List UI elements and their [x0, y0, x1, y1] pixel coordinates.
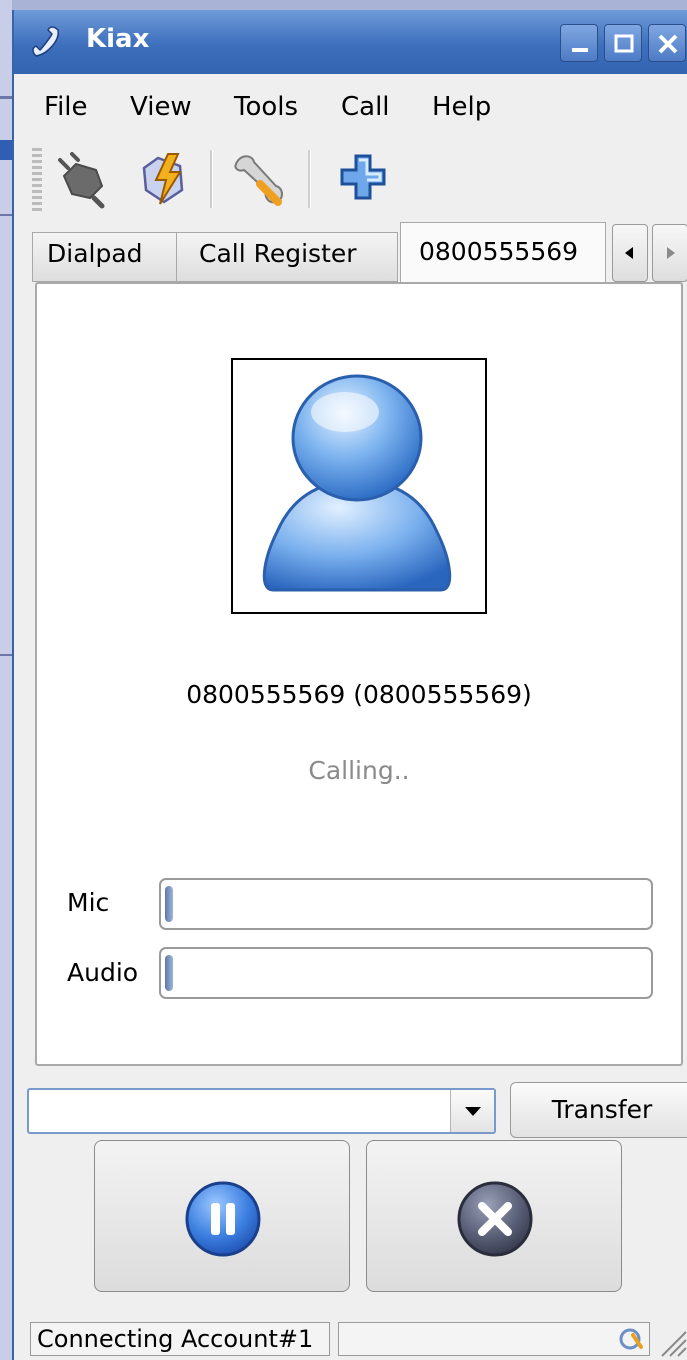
- transfer-row: Transfer: [14, 1072, 687, 1144]
- close-icon: [658, 34, 678, 54]
- tab-call-register[interactable]: Call Register: [176, 232, 398, 282]
- menu-help[interactable]: Help: [432, 92, 491, 122]
- settings-wrench-icon: [234, 155, 283, 206]
- transfer-button[interactable]: Transfer: [510, 1082, 687, 1138]
- menu-file[interactable]: File: [44, 92, 88, 122]
- caller-name: 0800555569 (0800555569): [186, 680, 532, 709]
- title-bar[interactable]: Kiax: [14, 10, 687, 74]
- call-panel: 0800555569 (0800555569) Calling.. Mic Au…: [35, 282, 683, 1066]
- transfer-dropdown-button[interactable]: [450, 1090, 494, 1132]
- tab-scroll-right-button[interactable]: [652, 224, 687, 282]
- hangup-button[interactable]: [366, 1140, 622, 1292]
- audio-label: Audio: [67, 958, 139, 987]
- status-secondary: [338, 1322, 650, 1356]
- tab-call-register-label: Call Register: [199, 239, 357, 268]
- tab-dialpad-label: Dialpad: [47, 239, 143, 268]
- call-status: Calling..: [308, 756, 410, 785]
- desktop-window-edge: [0, 654, 12, 656]
- caller-avatar-frame: [231, 358, 487, 614]
- add-contact-button[interactable]: [330, 146, 396, 212]
- tab-scroll-left-button[interactable]: [612, 224, 648, 282]
- desktop-window-edge: [0, 140, 12, 160]
- maximize-button[interactable]: [604, 24, 642, 62]
- disconnect-button[interactable]: [50, 146, 116, 212]
- chevron-down-icon: [465, 1107, 481, 1116]
- hold-button[interactable]: [94, 1140, 350, 1292]
- mic-level-fill: [165, 886, 173, 922]
- tab-active-call[interactable]: 0800555569: [400, 222, 606, 284]
- mic-level-meter: [159, 878, 653, 930]
- user-avatar-icon: [262, 374, 452, 592]
- toolbar: [14, 140, 687, 220]
- mic-label: Mic: [67, 888, 110, 917]
- scroll-right-icon: [667, 247, 675, 259]
- transfer-target-combo[interactable]: [27, 1088, 496, 1134]
- tab-dialpad[interactable]: Dialpad: [32, 232, 178, 282]
- add-contact-plus-icon: [340, 154, 386, 200]
- tab-bar: Dialpad Call Register 0800555569: [14, 220, 687, 284]
- minimize-button[interactable]: [560, 24, 598, 62]
- minimize-icon: [572, 48, 588, 52]
- toolbar-grip[interactable]: [32, 148, 42, 212]
- scroll-left-icon: [625, 247, 633, 259]
- audio-level-fill: [165, 955, 173, 991]
- desktop-window-edge: [0, 214, 12, 216]
- menu-tools[interactable]: Tools: [234, 92, 298, 122]
- connect-lightning-icon: [142, 153, 184, 205]
- menu-bar: File View Tools Call Help: [14, 74, 687, 140]
- disconnect-plug-icon: [58, 152, 105, 209]
- resize-grip-icon[interactable]: [654, 1324, 687, 1358]
- menu-call[interactable]: Call: [341, 92, 390, 122]
- phone-handset-icon: [32, 26, 59, 57]
- desktop-window-edge: [0, 96, 12, 99]
- audio-level-meter: [159, 947, 653, 999]
- desktop-background: [0, 0, 12, 1360]
- toolbar-separator: [308, 150, 311, 208]
- toolbar-separator: [210, 150, 213, 208]
- status-bar: Connecting Account#1: [14, 1316, 687, 1360]
- transfer-target-input[interactable]: [29, 1090, 447, 1132]
- maximize-icon: [614, 34, 634, 53]
- connect-button[interactable]: [132, 146, 198, 212]
- menu-view[interactable]: View: [130, 92, 192, 122]
- pause-icon: [185, 1181, 261, 1257]
- hangup-x-icon: [457, 1181, 533, 1257]
- connecting-indicator-icon: [619, 1328, 643, 1350]
- kiax-window: Kiax File View Tools Call Help Dialpad C…: [12, 10, 687, 1360]
- close-button[interactable]: [648, 24, 686, 62]
- status-text: Connecting Account#1: [30, 1322, 330, 1356]
- settings-button[interactable]: [226, 146, 292, 212]
- window-title: Kiax: [86, 24, 150, 54]
- tab-active-call-label: 0800555569: [419, 237, 579, 266]
